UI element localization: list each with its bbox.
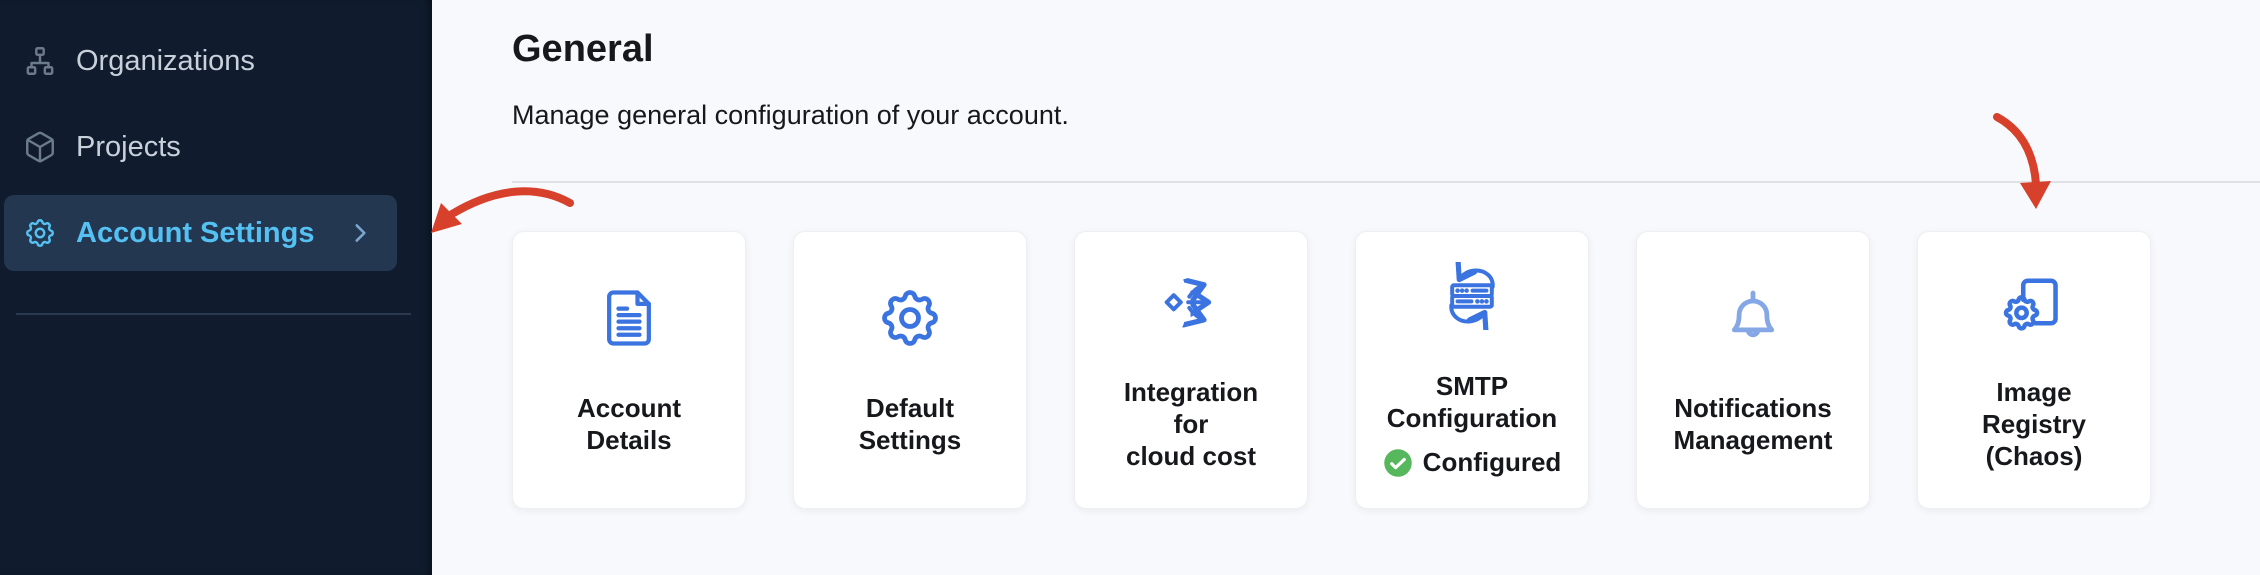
card-title: Image Registry (Chaos) (1982, 376, 2086, 472)
settings-cards-row: Account Details Default Settings (512, 231, 2260, 509)
sidebar-item-label: Account Settings (76, 217, 314, 250)
sidebar-divider (16, 313, 411, 315)
share-arrows-icon (1157, 268, 1225, 336)
card-title: Notifications Management (1674, 392, 1833, 456)
sidebar-nav: Organizations Projects Account Settings (4, 23, 423, 271)
card-notifications-management[interactable]: Notifications Management (1636, 231, 1870, 509)
gear-icon (876, 284, 944, 352)
card-smtp-configuration[interactable]: SMTP Configuration Configured (1355, 231, 1589, 509)
sidebar-item-label: Projects (76, 131, 181, 164)
card-image-registry-chaos[interactable]: Image Registry (Chaos) (1917, 231, 2151, 509)
bell-icon (1719, 284, 1787, 352)
general-settings-page: General Manage general configuration of … (432, 0, 2260, 575)
card-title: Default Settings (859, 392, 962, 456)
sidebar-item-projects[interactable]: Projects (4, 109, 397, 185)
badge-label: Configured (1423, 447, 1562, 478)
page-subtitle: Manage general configuration of your acc… (512, 100, 2260, 130)
org-chart-icon (23, 44, 57, 78)
card-title: SMTP Configuration (1387, 370, 1557, 434)
sidebar-item-label: Organizations (76, 45, 255, 78)
content-divider (512, 181, 2260, 183)
card-account-details[interactable]: Account Details (512, 231, 746, 509)
smtp-configured-badge: Configured (1383, 447, 1562, 478)
file-gear-icon (2000, 268, 2068, 336)
page-title: General (512, 28, 2260, 70)
server-sync-icon (1438, 262, 1506, 330)
card-title: Integration for cloud cost (1124, 376, 1258, 472)
chevron-right-icon (347, 220, 373, 246)
card-title: Account Details (577, 392, 681, 456)
card-default-settings[interactable]: Default Settings (793, 231, 1027, 509)
sidebar-item-account-settings[interactable]: Account Settings (4, 195, 397, 271)
check-circle-icon (1383, 448, 1413, 478)
gear-icon (23, 216, 57, 250)
cube-icon (23, 130, 57, 164)
card-integration-cloud-cost[interactable]: Integration for cloud cost (1074, 231, 1308, 509)
sidebar: Organizations Projects Account Settings (0, 0, 432, 575)
document-icon (595, 284, 663, 352)
sidebar-item-organizations[interactable]: Organizations (4, 23, 397, 99)
